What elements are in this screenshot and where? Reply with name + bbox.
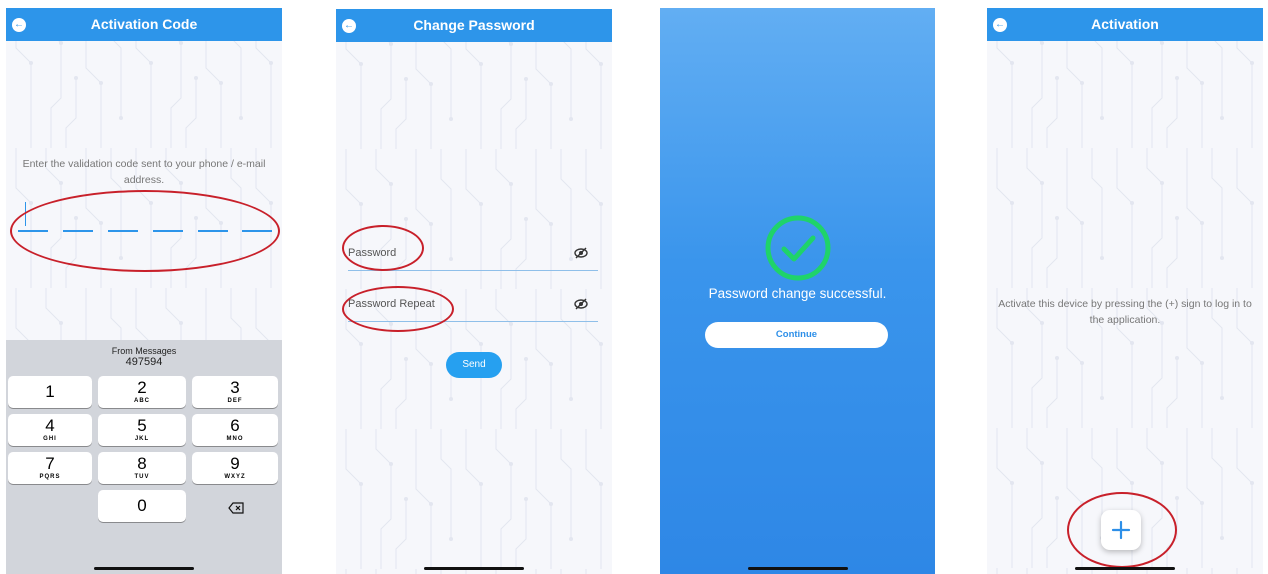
send-button[interactable]: Send [446, 352, 502, 378]
key-letters: GHI [43, 436, 57, 442]
app-bar: ← Change Password [336, 9, 612, 42]
code-slot [242, 230, 272, 232]
activation-code-screen: ← Activation Code Enter the validation c… [6, 8, 282, 574]
activation-screen: ← Activation Activate this device by pre… [987, 8, 1263, 574]
key-1[interactable]: 1 [8, 376, 92, 408]
key-digit: 1 [45, 382, 55, 401]
page-title: Activation Code [90, 16, 198, 32]
key-9[interactable]: 9 WXYZ [192, 452, 278, 484]
key-letters: JKL [134, 436, 150, 442]
backspace-icon[interactable] [228, 502, 244, 514]
suggestion-label: From Messages [111, 346, 177, 356]
continue-button[interactable]: Continue [705, 322, 888, 348]
circuit-background [987, 8, 1263, 574]
plus-icon [1111, 520, 1131, 540]
home-indicator [1075, 567, 1175, 570]
check-circle-icon [765, 215, 831, 281]
key-digit: 9 [230, 454, 240, 473]
key-2[interactable]: 2 ABC [98, 376, 186, 408]
circuit-background [336, 9, 612, 574]
key-letters: WXYZ [224, 474, 246, 480]
code-slot [198, 230, 228, 232]
key-digit: 7 [45, 454, 55, 473]
key-7[interactable]: 7 PQRS [8, 452, 92, 484]
key-digit: 4 [45, 416, 55, 435]
key-letters: TUV [134, 474, 150, 480]
key-letters: PQRS [39, 474, 61, 480]
key-letters: MNO [226, 436, 244, 442]
key-6[interactable]: 6 MNO [192, 414, 278, 446]
app-bar: ← Activation [987, 8, 1263, 41]
password-repeat-field[interactable]: Password Repeat [348, 298, 435, 310]
key-0[interactable]: 0 [98, 490, 186, 522]
eye-off-icon[interactable] [574, 247, 588, 259]
home-indicator [747, 567, 848, 570]
key-4[interactable]: 4 GHI [8, 414, 92, 446]
password-repeat-underline [348, 321, 598, 322]
key-digit: 6 [230, 416, 240, 435]
key-8[interactable]: 8 TUV [98, 452, 186, 484]
activation-message: Activate this device by pressing the (+)… [998, 298, 1252, 326]
key-digit: 0 [137, 496, 147, 515]
code-input[interactable] [18, 230, 272, 234]
code-slot [153, 230, 183, 232]
suggestion-code: 497594 [125, 356, 163, 368]
home-indicator [94, 567, 194, 570]
key-digit: 3 [230, 378, 240, 397]
text-cursor [25, 202, 26, 226]
password-success-screen: Password change successful. Continue [660, 8, 935, 574]
home-indicator [424, 567, 524, 570]
key-digit: 5 [137, 416, 147, 435]
key-letters: DEF [227, 398, 243, 404]
change-password-screen: ← Change Password Password Password Repe… [336, 9, 612, 574]
key-digit: 2 [137, 378, 147, 397]
add-activation-button[interactable] [1101, 510, 1141, 550]
page-title: Change Password [413, 17, 535, 33]
numeric-keyboard: From Messages 497594 1 2 ABC 3 DEF 4 GHI… [6, 340, 282, 574]
validation-prompt: Enter the validation code sent to your p… [22, 158, 266, 186]
success-message: Password change successful. [708, 286, 887, 301]
key-letters: ABC [134, 398, 150, 404]
password-field[interactable]: Password [348, 247, 396, 259]
otp-suggestion[interactable]: From Messages 497594 [6, 346, 282, 372]
code-slot [63, 230, 93, 232]
eye-off-icon[interactable] [574, 298, 588, 310]
key-digit: 8 [137, 454, 147, 473]
page-title: Activation [1091, 16, 1159, 32]
key-3[interactable]: 3 DEF [192, 376, 278, 408]
code-slot [108, 230, 138, 232]
app-bar: ← Activation Code [6, 8, 282, 41]
key-5[interactable]: 5 JKL [98, 414, 186, 446]
code-slot [18, 230, 48, 232]
password-underline [348, 270, 598, 271]
